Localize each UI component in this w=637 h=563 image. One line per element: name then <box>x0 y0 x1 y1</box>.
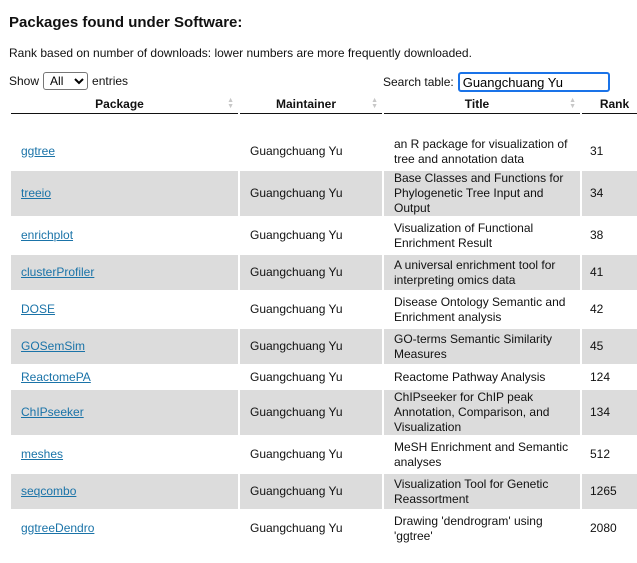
table-header-row: Package ▲▼ Maintainer ▲▼ Title ▲▼ Rank ▲… <box>11 95 637 114</box>
package-link[interactable]: clusterProfiler <box>21 265 94 279</box>
table-row: GOSemSim Guangchuang Yu GO-terms Semanti… <box>11 327 637 364</box>
rank-cell: 2080 <box>582 509 637 546</box>
rank-cell: 1265 <box>582 472 637 509</box>
package-cell: ReactomePA <box>11 364 238 388</box>
package-cell: enrichplot <box>11 216 238 253</box>
maintainer-cell: Guangchuang Yu <box>240 388 382 435</box>
maintainer-cell: Guangchuang Yu <box>240 472 382 509</box>
entries-select[interactable]: All <box>43 72 89 90</box>
title-cell: Visualization Tool for Genetic Reassortm… <box>384 472 580 509</box>
column-label: Package <box>95 97 144 111</box>
show-label: Show <box>9 74 40 88</box>
sort-icon: ▲ ▼ <box>569 97 576 110</box>
package-link[interactable]: ChIPseeker <box>21 405 84 419</box>
package-link[interactable]: ReactomePA <box>21 370 91 384</box>
maintainer-cell: Guangchuang Yu <box>240 509 382 546</box>
table-row: clusterProfiler Guangchuang Yu A univers… <box>11 253 637 290</box>
rank-note: Rank based on number of downloads: lower… <box>9 46 472 60</box>
package-cell: seqcombo <box>11 472 238 509</box>
title-cell: Drawing 'dendrogram' using 'ggtree' <box>384 509 580 546</box>
table-row: seqcombo Guangchuang Yu Visualization To… <box>11 472 637 509</box>
package-link[interactable]: enrichplot <box>21 228 73 242</box>
package-link[interactable]: ggtreeDendro <box>21 521 94 535</box>
rank-cell: 31 <box>590 144 604 158</box>
search-label: Search table: <box>383 75 454 89</box>
rank-cell: 38 <box>582 216 637 253</box>
packages-table-container: Package ▲▼ Maintainer ▲▼ Title ▲▼ Rank ▲… <box>11 95 637 563</box>
package-cell: GOSemSim <box>11 327 238 364</box>
package-cell: ggtree <box>11 134 238 169</box>
package-link[interactable]: meshes <box>21 447 63 461</box>
sort-icon: ▲ ▼ <box>371 97 378 110</box>
package-link[interactable]: GOSemSim <box>21 339 85 353</box>
rank-cell: 34 <box>582 169 637 216</box>
maintainer-cell: Guangchuang Yu <box>250 144 343 158</box>
package-cell: ggtreeDendro <box>11 509 238 546</box>
title-cell: Base Classes and Functions for Phylogene… <box>384 169 580 216</box>
show-entries-control: Show All entries <box>9 72 128 90</box>
rank-cell: 512 <box>582 435 637 472</box>
column-header-package[interactable]: Package ▲ ▼ <box>11 95 238 114</box>
maintainer-cell: Guangchuang Yu <box>240 435 382 472</box>
title-cell: GO-terms Semantic Similarity Measures <box>384 327 580 364</box>
rank-cell: 42 <box>582 290 637 327</box>
package-cell: DOSE <box>11 290 238 327</box>
rank-cell: 41 <box>582 253 637 290</box>
column-header-rank[interactable]: Rank ▲▼ <box>582 95 637 114</box>
table-row: ReactomePA Guangchuang Yu Reactome Pathw… <box>11 364 637 388</box>
package-cell: meshes <box>11 435 238 472</box>
packages-table: Package ▲▼ Maintainer ▲▼ Title ▲▼ Rank ▲… <box>11 95 637 546</box>
column-header-maintainer[interactable]: Maintainer ▲ ▼ <box>240 95 382 114</box>
title-cell: ChIPseeker for ChIP peak Annotation, Com… <box>384 388 580 435</box>
table-row: enrichplot Guangchuang Yu Visualization … <box>11 216 637 253</box>
table-row: meshes Guangchuang Yu MeSH Enrichment an… <box>11 435 637 472</box>
search-input[interactable] <box>457 72 610 92</box>
package-cell: treeio <box>11 169 238 216</box>
title-cell: an R package for visualization of tree a… <box>394 136 568 166</box>
sort-icon: ▲ ▼ <box>227 97 234 110</box>
spacer-cell <box>11 114 637 134</box>
package-link[interactable]: ggtree <box>21 144 55 158</box>
entries-label: entries <box>92 74 129 88</box>
table-row: ggtree Guangchuang Yu an R package for v… <box>11 134 637 169</box>
maintainer-cell: Guangchuang Yu <box>240 253 382 290</box>
search-control: Search table: <box>383 72 610 92</box>
maintainer-cell: Guangchuang Yu <box>240 290 382 327</box>
maintainer-cell: Guangchuang Yu <box>240 364 382 388</box>
column-header-title[interactable]: Title ▲ ▼ <box>384 95 580 114</box>
table-row: DOSE Guangchuang Yu Disease Ontology Sem… <box>11 290 637 327</box>
rank-cell: 45 <box>582 327 637 364</box>
title-cell: Reactome Pathway Analysis <box>384 364 580 388</box>
title-cell: MeSH Enrichment and Semantic analyses <box>384 435 580 472</box>
header-spacer <box>11 114 637 134</box>
table-row: treeio Guangchuang Yu Base Classes and F… <box>11 169 637 216</box>
title-cell: Disease Ontology Semantic and Enrichment… <box>384 290 580 327</box>
package-cell: ChIPseeker <box>11 388 238 435</box>
column-label: Rank <box>599 97 630 111</box>
title-cell: A universal enrichment tool for interpre… <box>384 253 580 290</box>
rank-cell: 124 <box>582 364 637 388</box>
column-label: Title <box>464 97 490 111</box>
maintainer-cell: Guangchuang Yu <box>240 216 382 253</box>
maintainer-cell: Guangchuang Yu <box>240 169 382 216</box>
rank-cell: 134 <box>582 388 637 435</box>
maintainer-cell: Guangchuang Yu <box>240 327 382 364</box>
column-label: Maintainer <box>275 97 336 111</box>
package-link[interactable]: treeio <box>21 186 51 200</box>
table-row: ChIPseeker Guangchuang Yu ChIPseeker for… <box>11 388 637 435</box>
package-link[interactable]: DOSE <box>21 302 55 316</box>
page-title: Packages found under Software: <box>9 14 243 31</box>
title-cell: Visualization of Functional Enrichment R… <box>384 216 580 253</box>
package-cell: clusterProfiler <box>11 253 238 290</box>
table-row: ggtreeDendro Guangchuang Yu Drawing 'den… <box>11 509 637 546</box>
package-link[interactable]: seqcombo <box>21 484 76 498</box>
